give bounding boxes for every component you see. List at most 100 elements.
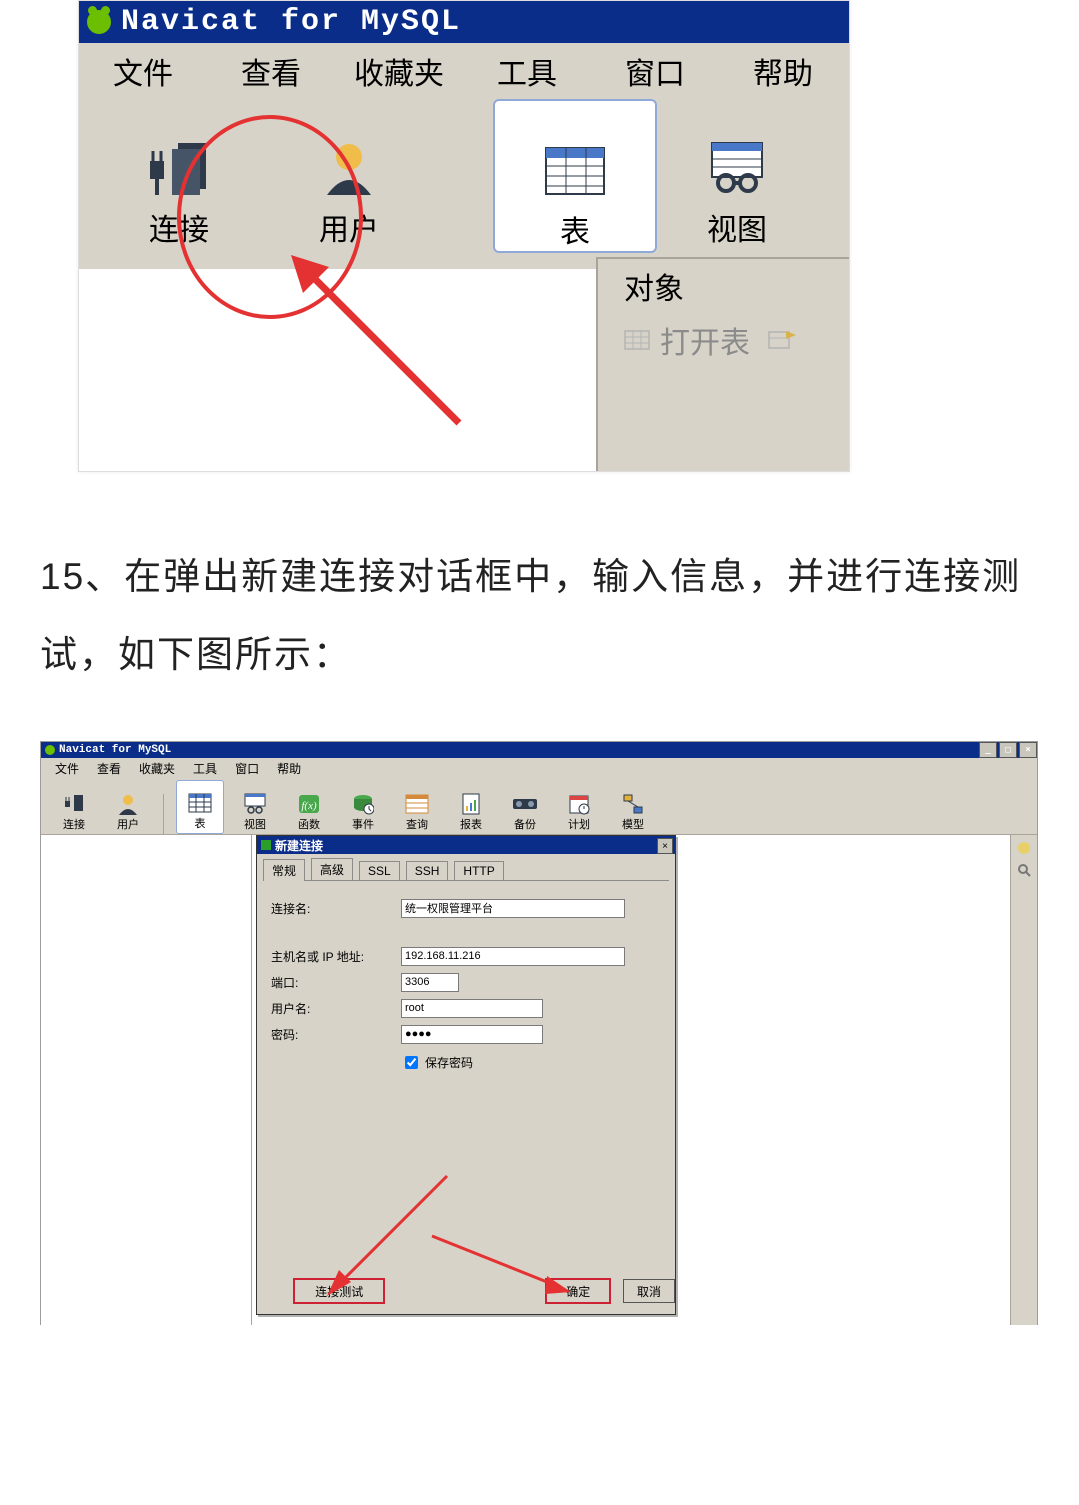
tb-schedule[interactable]: 计划 bbox=[556, 782, 602, 834]
lbl: 模型 bbox=[622, 816, 644, 832]
menu-view[interactable]: 查看 bbox=[97, 760, 121, 777]
table-icon bbox=[535, 135, 615, 207]
dialog-close-button[interactable]: × bbox=[657, 838, 673, 854]
tab-http[interactable]: HTTP bbox=[454, 861, 503, 880]
close-button[interactable]: × bbox=[1019, 742, 1037, 758]
toolbar-user[interactable]: 用户 bbox=[269, 99, 429, 249]
toolbar: 连接 用户 表 视图 f(x) 函数 事件 查询 报表 备份 计划 模型 bbox=[41, 778, 1037, 835]
tab-general[interactable]: 常规 bbox=[263, 859, 305, 881]
tb-function[interactable]: f(x) 函数 bbox=[286, 782, 332, 834]
tb-backup[interactable]: 备份 bbox=[502, 782, 548, 834]
menu-fav[interactable]: 收藏夹 bbox=[139, 760, 175, 777]
model-icon bbox=[620, 792, 646, 816]
frog-icon bbox=[87, 10, 111, 34]
label-save-pass: 保存密码 bbox=[425, 1054, 473, 1071]
open-table-button[interactable]: 打开表 bbox=[598, 313, 850, 367]
button-ok[interactable]: 确定 bbox=[545, 1278, 611, 1304]
tb-report[interactable]: 报表 bbox=[448, 782, 494, 834]
menu-window[interactable]: 窗口 bbox=[591, 49, 719, 93]
frog-icon bbox=[45, 745, 55, 755]
menu-fav[interactable]: 收藏夹 bbox=[335, 49, 463, 93]
title-bar: Navicat for MySQL bbox=[79, 1, 849, 43]
plug-server-icon bbox=[139, 133, 219, 205]
input-host[interactable] bbox=[401, 947, 625, 966]
toolbar-table[interactable]: 表 bbox=[493, 99, 657, 253]
tab-ssl[interactable]: SSL bbox=[359, 861, 400, 880]
new-connection-dialog: 新建连接 × 常规 高级 SSL SSH HTTP 连接名: bbox=[256, 835, 676, 1315]
input-pass[interactable] bbox=[401, 1025, 543, 1044]
label-host: 主机名或 IP 地址: bbox=[271, 948, 401, 965]
menu-file[interactable]: 文件 bbox=[79, 49, 207, 93]
svg-text:f(x): f(x) bbox=[301, 800, 317, 812]
tb-user[interactable]: 用户 bbox=[105, 782, 151, 834]
separator bbox=[163, 794, 164, 834]
menu-tools[interactable]: 工具 bbox=[463, 49, 591, 93]
tb-query[interactable]: 查询 bbox=[394, 782, 440, 834]
toolbar-view[interactable]: 视图 bbox=[657, 99, 817, 249]
toolbar-table-label: 表 bbox=[560, 207, 590, 251]
input-port[interactable] bbox=[401, 973, 459, 992]
search-icon[interactable] bbox=[1017, 863, 1031, 877]
menu-window[interactable]: 窗口 bbox=[235, 760, 259, 777]
info-icon[interactable] bbox=[1017, 841, 1031, 855]
lbl: 表 bbox=[195, 815, 206, 831]
tb-table[interactable]: 表 bbox=[176, 780, 224, 834]
label-port: 端口: bbox=[271, 974, 401, 991]
backup-icon bbox=[512, 792, 538, 816]
calendar-icon bbox=[566, 792, 592, 816]
button-test-connection[interactable]: 连接测试 bbox=[293, 1278, 385, 1304]
tab-ssh[interactable]: SSH bbox=[406, 861, 449, 880]
minimize-button[interactable]: _ bbox=[979, 742, 997, 758]
menu-tools[interactable]: 工具 bbox=[193, 760, 217, 777]
input-conn-name[interactable] bbox=[401, 899, 625, 918]
dialog-title: 新建连接 bbox=[275, 837, 323, 854]
toolbar-user-label: 用户 bbox=[319, 205, 379, 249]
table-icon bbox=[187, 791, 213, 815]
lbl: 函数 bbox=[298, 816, 320, 832]
menu-file[interactable]: 文件 bbox=[55, 760, 79, 777]
view-icon bbox=[242, 792, 268, 816]
input-user[interactable] bbox=[401, 999, 543, 1018]
report-icon bbox=[458, 792, 484, 816]
navicat-dialog-screenshot: Navicat for MySQL _ □ × 文件 查看 收藏夹 工具 窗口 … bbox=[40, 741, 1038, 1325]
event-icon bbox=[350, 792, 376, 816]
menu-bar: 文件 查看 收藏夹 工具 窗口 帮助 bbox=[41, 758, 1037, 778]
user-icon bbox=[309, 133, 389, 205]
lbl: 用户 bbox=[117, 816, 139, 832]
object-panel: 对象 打开表 bbox=[596, 257, 850, 472]
window-controls: _ □ × bbox=[977, 742, 1037, 758]
lbl: 查询 bbox=[406, 816, 428, 832]
query-icon bbox=[404, 792, 430, 816]
right-sidebar bbox=[1010, 835, 1037, 1325]
function-icon: f(x) bbox=[296, 792, 322, 816]
tb-connect[interactable]: 连接 bbox=[51, 782, 97, 834]
tb-view[interactable]: 视图 bbox=[232, 782, 278, 834]
connection-tree[interactable] bbox=[41, 835, 252, 1325]
plug-server-icon bbox=[61, 792, 87, 816]
tab-advanced[interactable]: 高级 bbox=[311, 858, 353, 880]
label-conn-name: 连接名: bbox=[271, 900, 401, 917]
view-icon bbox=[697, 133, 777, 205]
label-pass: 密码: bbox=[271, 1026, 401, 1043]
dialog-tabs: 常规 高级 SSL SSH HTTP bbox=[263, 860, 669, 881]
lbl: 连接 bbox=[63, 816, 85, 832]
user-icon bbox=[115, 792, 141, 816]
tb-event[interactable]: 事件 bbox=[340, 782, 386, 834]
toolbar-view-label: 视图 bbox=[707, 205, 767, 249]
menu-help[interactable]: 帮助 bbox=[719, 49, 847, 93]
menu-view[interactable]: 查看 bbox=[207, 49, 335, 93]
toolbar-connect[interactable]: 连接 bbox=[99, 99, 259, 249]
button-cancel[interactable]: 取消 bbox=[623, 1279, 675, 1303]
lbl: 报表 bbox=[460, 816, 482, 832]
object-tab[interactable]: 对象 bbox=[598, 259, 850, 313]
maximize-button[interactable]: □ bbox=[999, 742, 1017, 758]
checkbox-save-pass[interactable] bbox=[405, 1056, 418, 1069]
tree-panel bbox=[79, 269, 597, 471]
dialog-icon bbox=[261, 840, 271, 850]
lbl: 事件 bbox=[352, 816, 374, 832]
menu-bar: 文件 查看 收藏夹 工具 窗口 帮助 bbox=[79, 43, 849, 99]
tb-model[interactable]: 模型 bbox=[610, 782, 656, 834]
menu-help[interactable]: 帮助 bbox=[277, 760, 301, 777]
toolbar-connect-label: 连接 bbox=[149, 205, 209, 249]
navicat-zoom-screenshot: Navicat for MySQL 文件 查看 收藏夹 工具 窗口 帮助 bbox=[78, 0, 850, 472]
